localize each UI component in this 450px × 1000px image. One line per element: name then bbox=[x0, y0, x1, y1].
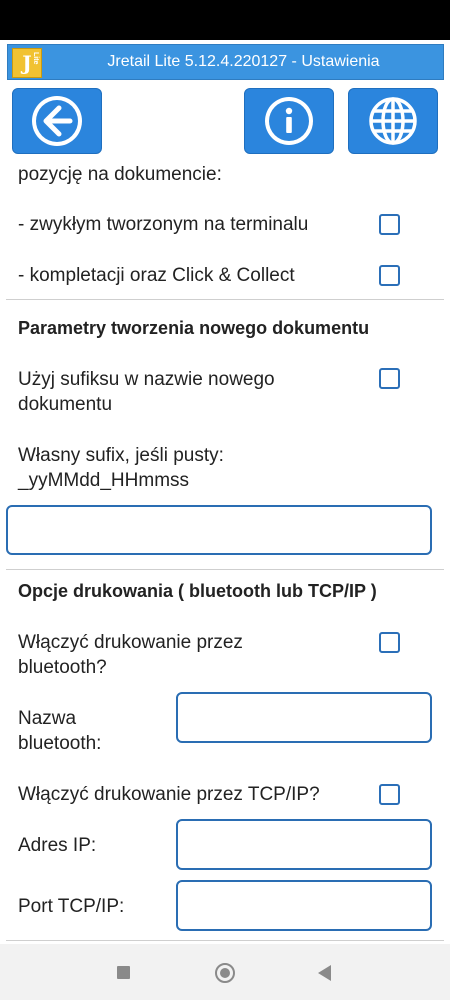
info-button[interactable] bbox=[244, 88, 334, 154]
suffix-label-line1: Użyj sufiksu w nazwie nowego bbox=[18, 369, 275, 390]
system-nav-bar bbox=[0, 944, 450, 1000]
tcp-port-label: Port TCP/IP: bbox=[18, 896, 125, 917]
bluetooth-print-label-line1: Włączyć drukowanie przez bbox=[18, 632, 243, 653]
tcp-port-input[interactable] bbox=[176, 880, 432, 931]
printing-heading: Opcje drukowania ( bluetooth lub TCP/IP … bbox=[18, 581, 377, 601]
back-button[interactable] bbox=[12, 88, 102, 154]
section-divider bbox=[6, 569, 444, 570]
custom-suffix-label-line2: _yyMMdd_HHmmss bbox=[18, 470, 190, 491]
info-icon bbox=[265, 97, 313, 145]
suffix-label-line2: dokumentu bbox=[18, 394, 113, 415]
bluetooth-name-input[interactable] bbox=[176, 692, 432, 743]
click-collect-checkbox[interactable] bbox=[379, 265, 400, 286]
tcp-print-checkbox[interactable] bbox=[379, 784, 400, 805]
custom-suffix-input[interactable] bbox=[6, 505, 432, 555]
recent-apps-icon[interactable] bbox=[117, 966, 130, 979]
tcp-print-label: Włączyć drukowanie przez TCP/IP? bbox=[18, 784, 320, 805]
globe-icon bbox=[369, 97, 417, 145]
home-icon[interactable] bbox=[215, 963, 235, 983]
arrow-left-icon bbox=[32, 96, 82, 146]
app-logo-sub: Lite bbox=[32, 52, 39, 65]
app-logo-letter: J bbox=[22, 51, 32, 75]
app-title-bar: J Lite Jretail Lite 5.12.4.220127 - Usta… bbox=[7, 44, 444, 80]
settings-content[interactable]: pozycję na dokumencie: - zwykłym tworzon… bbox=[0, 156, 450, 942]
section-divider bbox=[6, 940, 444, 941]
app-logo: J Lite bbox=[12, 48, 42, 78]
bluetooth-print-checkbox[interactable] bbox=[379, 632, 400, 653]
custom-suffix-label-line1: Własny sufix, jeśli pusty: bbox=[18, 445, 224, 466]
bluetooth-print-label-line2: bluetooth? bbox=[18, 657, 107, 678]
nav-back-icon[interactable] bbox=[318, 965, 331, 981]
terminal-doc-label: - zwykłym tworzonym na terminalu bbox=[18, 214, 309, 235]
click-collect-label: - kompletacji oraz Click & Collect bbox=[18, 265, 295, 286]
bluetooth-name-label-line1: Nazwa bbox=[18, 708, 77, 729]
terminal-doc-checkbox[interactable] bbox=[379, 214, 400, 235]
ip-address-input[interactable] bbox=[176, 819, 432, 870]
ip-address-label: Adres IP: bbox=[18, 835, 97, 856]
section-divider bbox=[6, 299, 444, 300]
language-button[interactable] bbox=[348, 88, 438, 154]
use-suffix-checkbox[interactable] bbox=[379, 368, 400, 389]
bluetooth-name-label-line2: bluetooth: bbox=[18, 733, 102, 754]
new-document-heading: Parametry tworzenia nowego dokumentu bbox=[18, 318, 370, 338]
app-title: Jretail Lite 5.12.4.220127 - Ustawienia bbox=[107, 53, 380, 70]
position-intro-text: pozycję na dokumencie: bbox=[18, 164, 222, 185]
status-bar bbox=[0, 0, 450, 40]
